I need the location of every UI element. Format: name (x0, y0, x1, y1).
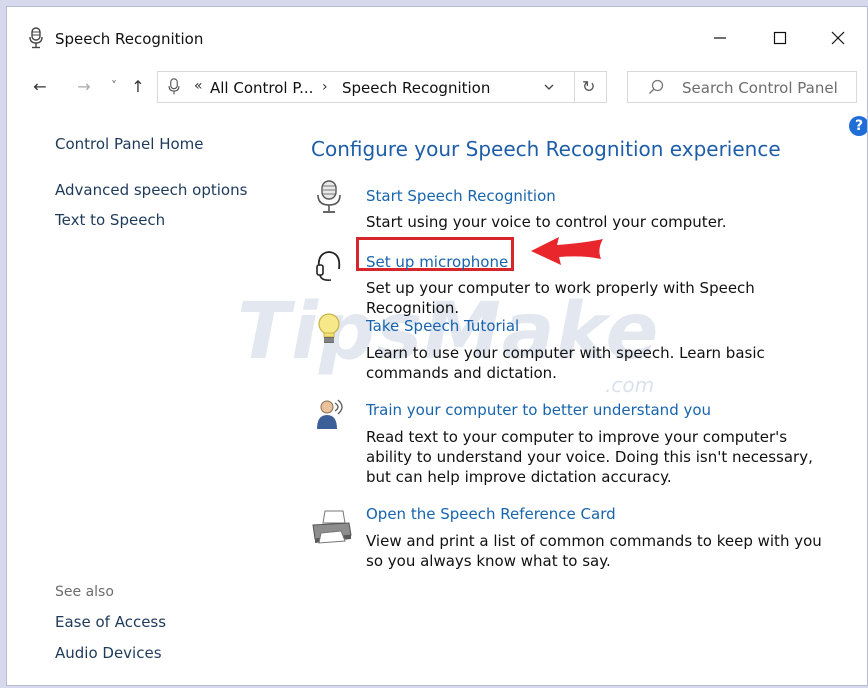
link-ease-of-access[interactable]: Ease of Access (55, 613, 166, 631)
screenshot-frame: Speech Recognition ← → ˅ ↑ « All Control… (0, 0, 868, 688)
up-button[interactable]: ↑ (127, 75, 149, 97)
left-navigation-pane: Control Panel Home Advanced speech optio… (7, 107, 297, 685)
microphone-icon (29, 27, 43, 49)
link-train-your-computer[interactable]: Train your computer to better understand… (366, 401, 711, 419)
desc-train-your-computer: Read text to your computer to improve yo… (366, 428, 813, 486)
search-icon (649, 79, 664, 94)
link-start-speech-recognition[interactable]: Start Speech Recognition (366, 187, 556, 205)
maximize-icon (773, 31, 787, 45)
link-advanced-speech-options[interactable]: Advanced speech options (55, 181, 247, 199)
desc-start-speech-recognition: Start using your voice to control your c… (366, 213, 727, 231)
user-speaking-icon (317, 399, 343, 429)
link-take-speech-tutorial[interactable]: Take Speech Tutorial (366, 317, 519, 335)
minimize-icon (714, 37, 726, 39)
close-button[interactable] (815, 23, 861, 53)
desc-open-speech-reference-card: View and print a list of common commands… (366, 532, 822, 570)
main-content: Configure your Speech Recognition experi… (307, 107, 867, 685)
arrow-right-icon: → (77, 76, 91, 96)
navigation-bar: ← → ˅ ↑ « All Control P... › Speech Reco… (7, 67, 867, 107)
breadcrumb-speech-recognition[interactable]: Speech Recognition (342, 79, 490, 97)
back-button[interactable]: ← (29, 75, 51, 97)
recent-locations-button[interactable]: ˅ (103, 75, 125, 97)
chevron-down-icon: ˅ (111, 79, 117, 93)
lightbulb-icon (318, 313, 340, 343)
arrow-left-icon: ← (33, 76, 47, 96)
search-placeholder[interactable]: Search Control Panel (682, 79, 838, 97)
printer-icon (312, 510, 352, 544)
search-box[interactable]: Search Control Panel (627, 71, 857, 103)
link-set-up-microphone[interactable]: Set up microphone (366, 253, 508, 271)
headset-icon (316, 251, 341, 281)
breadcrumb-separator-icon[interactable]: › (322, 79, 328, 95)
red-arrow-icon (531, 237, 603, 265)
link-text-to-speech[interactable]: Text to Speech (55, 211, 165, 229)
desc-take-speech-tutorial: Learn to use your computer with speech. … (366, 344, 765, 382)
window-title: Speech Recognition (55, 30, 204, 48)
control-panel-window: Speech Recognition ← → ˅ ↑ « All Control… (6, 6, 868, 686)
address-divider (574, 72, 575, 102)
minimize-button[interactable] (697, 23, 743, 53)
microphone-icon (317, 180, 341, 213)
title-bar: Speech Recognition (7, 7, 867, 65)
arrow-up-icon: ↑ (131, 76, 145, 96)
microphone-icon (168, 78, 180, 95)
link-open-speech-reference-card[interactable]: Open the Speech Reference Card (366, 505, 616, 523)
address-dropdown-icon[interactable] (542, 80, 556, 94)
refresh-icon[interactable]: ↻ (582, 77, 595, 96)
close-icon (831, 31, 845, 45)
maximize-button[interactable] (757, 23, 803, 53)
forward-button[interactable]: → (73, 75, 95, 97)
see-also-label: See also (55, 584, 114, 600)
breadcrumb-all-control-panel[interactable]: All Control P... (210, 79, 313, 97)
breadcrumb-overflow-icon[interactable]: « (194, 78, 203, 94)
address-bar[interactable]: « All Control P... › Speech Recognition … (157, 71, 607, 103)
help-button[interactable]: ? (849, 116, 867, 136)
desc-set-up-microphone: Set up your computer to work properly wi… (366, 279, 755, 317)
link-audio-devices[interactable]: Audio Devices (55, 644, 162, 662)
link-control-panel-home[interactable]: Control Panel Home (55, 135, 204, 153)
page-title: Configure your Speech Recognition experi… (311, 137, 781, 161)
